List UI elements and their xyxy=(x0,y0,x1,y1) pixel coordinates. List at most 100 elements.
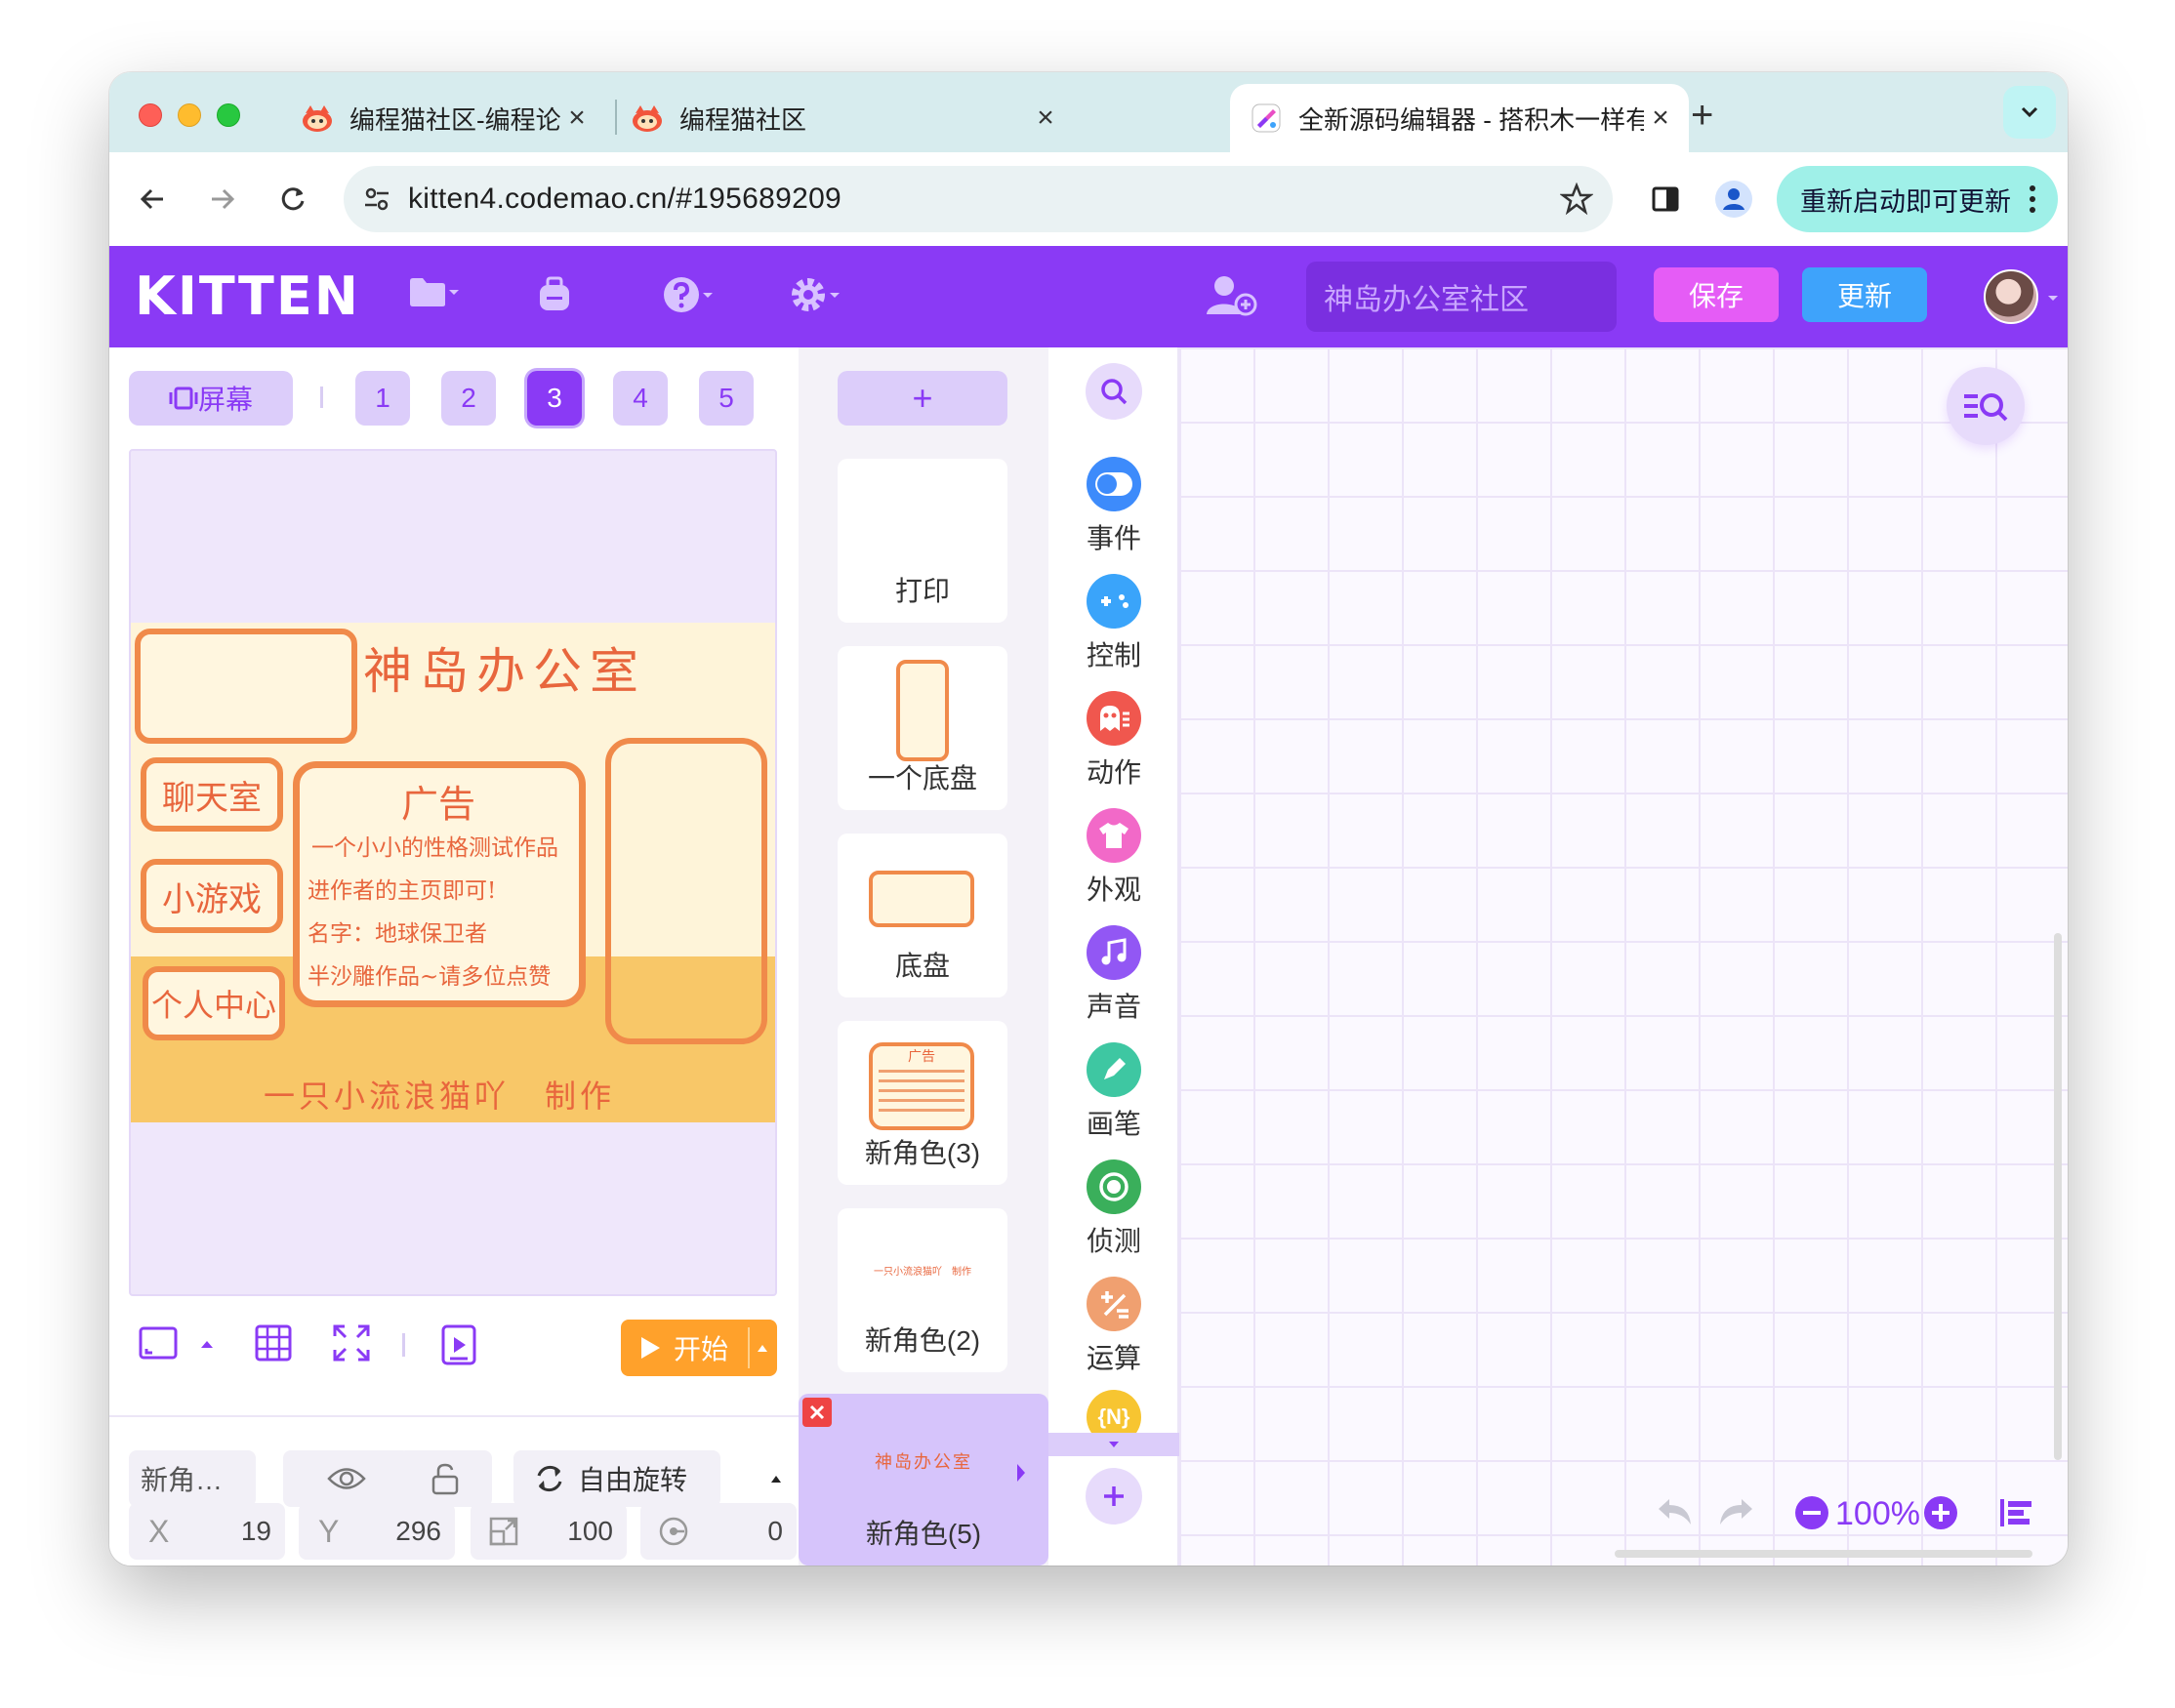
tab-search-button[interactable] xyxy=(2003,86,2056,139)
sprite-card[interactable]: 广告 新角色(3) xyxy=(838,1021,1007,1185)
add-sprite-button[interactable]: + xyxy=(838,371,1007,426)
category-label: 外观 xyxy=(1086,874,1141,905)
y-value[interactable]: 296 xyxy=(395,1516,441,1547)
category-looks[interactable]: 外观 xyxy=(1048,808,1179,908)
file-menu-button[interactable] xyxy=(408,275,461,308)
sprite-card-selected[interactable]: 神岛办公室 新角色(5) xyxy=(799,1394,1048,1566)
lock-toggle[interactable] xyxy=(398,1450,492,1507)
kitten-header: KITTEN 神岛办公室社区 保存 更新 xyxy=(109,246,2068,347)
vertical-scrollbar[interactable] xyxy=(2054,933,2062,1460)
zoom-out-icon[interactable] xyxy=(1794,1495,1829,1530)
tab-close-icon[interactable]: × xyxy=(1644,102,1677,135)
side-panel-frame[interactable] xyxy=(605,738,767,1044)
sprite-card[interactable]: 打印 xyxy=(838,459,1007,623)
maximize-window-button[interactable] xyxy=(217,103,240,127)
category-pen[interactable]: 画笔 xyxy=(1048,1042,1179,1142)
caret-up-icon[interactable] xyxy=(756,1343,769,1353)
collaborate-button[interactable] xyxy=(1205,273,1257,318)
page-tab-2[interactable]: 2 xyxy=(441,371,496,426)
tab-kitten-editor[interactable]: 全新源码编辑器 - 搭积木一样有 × xyxy=(1230,84,1689,152)
avatar[interactable] xyxy=(1984,269,2038,324)
page-tab-4[interactable]: 4 xyxy=(613,371,668,426)
y-field[interactable]: Y 296 xyxy=(299,1503,455,1560)
fullscreen-size-button[interactable] xyxy=(139,1323,178,1362)
x-value[interactable]: 19 xyxy=(241,1516,271,1547)
scene-button-profile[interactable]: 个人中心 xyxy=(143,966,285,1040)
tab-close-icon[interactable]: × xyxy=(560,102,594,135)
stage-canvas[interactable]: 神岛办公室 聊天室 小游戏 个人中心 广告 一个小小的性格测试作品 进作者的主页… xyxy=(129,449,777,1296)
caret-up-icon[interactable] xyxy=(199,1339,215,1349)
update-button[interactable]: 更新 xyxy=(1802,267,1927,322)
address-bar[interactable]: kitten4.codemao.cn/#195689209 xyxy=(344,166,1613,232)
settings-menu-button[interactable] xyxy=(789,275,841,314)
sprite-name-field[interactable]: 新角… xyxy=(129,1450,256,1507)
new-tab-button[interactable]: + xyxy=(1691,94,1713,138)
sprite-card[interactable]: 一只小流浪猫吖 制作 新角色(2) xyxy=(838,1208,1007,1372)
category-control[interactable]: 控制 xyxy=(1048,574,1179,673)
profile-button[interactable] xyxy=(1708,174,1759,224)
back-button[interactable] xyxy=(127,174,178,224)
profile-frame[interactable] xyxy=(135,629,357,744)
page-tab-3[interactable]: 3 xyxy=(527,371,582,426)
minimize-window-button[interactable] xyxy=(178,103,201,127)
category-sensing[interactable]: 侦测 xyxy=(1048,1159,1179,1259)
visibility-toggle[interactable] xyxy=(283,1450,410,1507)
size-field[interactable]: 100 xyxy=(471,1503,627,1560)
forward-button[interactable] xyxy=(197,174,248,224)
undo-icon[interactable] xyxy=(1656,1495,1695,1528)
fullscreen-button[interactable] xyxy=(330,1323,373,1362)
category-scroll-more[interactable] xyxy=(1048,1433,1179,1456)
tab-community-forum[interactable]: 编程猫社区-编程论坛广场-编程 × xyxy=(301,84,594,152)
category-sound[interactable]: 声音 xyxy=(1048,925,1179,1025)
align-blocks-icon[interactable] xyxy=(1999,1497,2034,1528)
sprite-card[interactable]: 一个底盘 xyxy=(838,646,1007,810)
size-value[interactable]: 100 xyxy=(567,1516,613,1547)
code-workspace[interactable]: 100% xyxy=(1179,347,2068,1566)
ad-box[interactable]: 广告 一个小小的性格测试作品 进作者的主页即可! 名字：地球保卫者 半沙雕作品~… xyxy=(293,761,586,1007)
url-text[interactable]: kitten4.codemao.cn/#195689209 xyxy=(408,183,841,216)
direction-field[interactable]: 0 xyxy=(640,1503,797,1560)
kitten-logo[interactable]: KITTEN xyxy=(135,265,360,327)
category-motion[interactable]: 动作 xyxy=(1048,691,1179,791)
preview-button[interactable] xyxy=(439,1323,478,1366)
work-title-input[interactable]: 神岛办公室社区 xyxy=(1306,262,1617,332)
side-panel-button[interactable] xyxy=(1640,174,1691,224)
help-menu-button[interactable] xyxy=(662,275,715,314)
sprite-card[interactable]: 底盘 xyxy=(838,834,1007,997)
start-button[interactable]: 开始 xyxy=(621,1320,777,1376)
category-events[interactable]: 事件 xyxy=(1048,457,1179,556)
redo-icon[interactable] xyxy=(1716,1495,1755,1528)
caret-down-icon[interactable] xyxy=(2046,293,2060,303)
scene-button-chat[interactable]: 聊天室 xyxy=(141,757,283,832)
category-operators[interactable]: 运算 xyxy=(1048,1277,1179,1376)
rotation-mode-select[interactable]: 自由旋转 xyxy=(513,1450,781,1507)
sprite-label: 新角色(2) xyxy=(864,1325,981,1356)
block-search-button[interactable] xyxy=(1086,363,1142,420)
tab-close-icon[interactable]: × xyxy=(1029,102,1062,135)
direction-value[interactable]: 0 xyxy=(767,1516,783,1547)
horizontal-scrollbar[interactable] xyxy=(1615,1550,2032,1558)
scene-button-game[interactable]: 小游戏 xyxy=(141,859,283,933)
x-field[interactable]: X 19 xyxy=(129,1503,285,1560)
screen-button[interactable]: 屏幕 xyxy=(129,371,293,426)
relaunch-update-button[interactable]: 重新启动即可更新 xyxy=(1777,166,2058,232)
ad-line: 一个小小的性格测试作品 xyxy=(311,835,558,861)
delete-sprite-button[interactable] xyxy=(802,1398,832,1427)
backpack-button[interactable] xyxy=(535,275,574,314)
page-tab-5[interactable]: 5 xyxy=(699,371,754,426)
site-settings-icon[interactable] xyxy=(361,183,392,215)
page-tab-1[interactable]: 1 xyxy=(355,371,410,426)
block-find-button[interactable] xyxy=(1947,367,2025,445)
block-categories: 事件 控制 动作 外观 声音 画笔 侦测 运算 {N} xyxy=(1048,347,1179,1566)
add-extension-button[interactable] xyxy=(1086,1468,1142,1525)
arrow-right-icon xyxy=(212,188,235,210)
close-window-button[interactable] xyxy=(139,103,162,127)
caret-right-icon[interactable] xyxy=(1015,1462,1027,1484)
tab-community[interactable]: 编程猫社区 × xyxy=(631,84,1062,152)
grid-toggle-button[interactable] xyxy=(252,1323,295,1362)
reload-button[interactable] xyxy=(267,174,318,224)
zoom-in-icon[interactable] xyxy=(1923,1495,1958,1530)
start-divider xyxy=(748,1327,750,1368)
save-button[interactable]: 保存 xyxy=(1654,267,1779,322)
star-bookmark-icon[interactable] xyxy=(1560,183,1593,216)
